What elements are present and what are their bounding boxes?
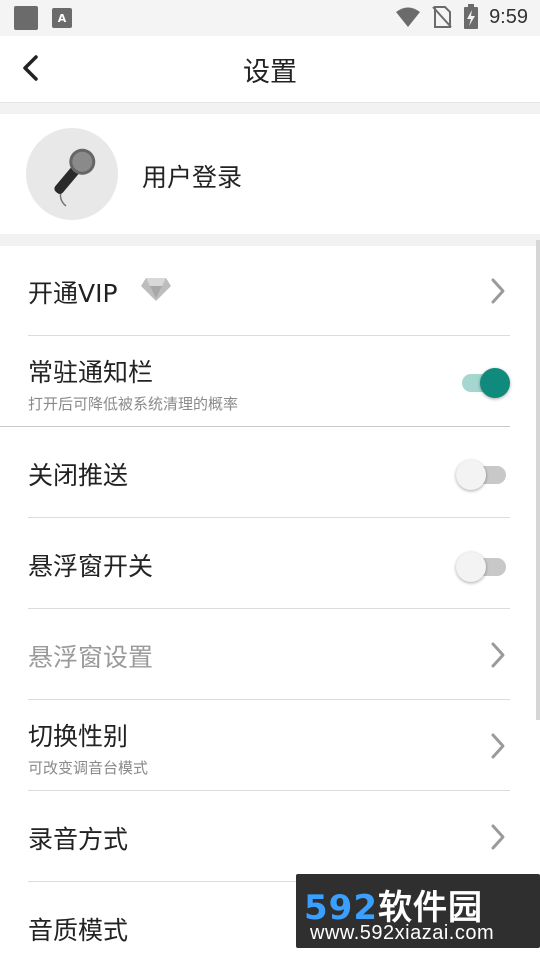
- floating-window-switch-label: 悬浮窗开关: [28, 552, 154, 581]
- floating-window-toggle[interactable]: [456, 546, 510, 586]
- watermark: 592软件园 www.592xiazai.com: [296, 874, 540, 948]
- no-sim-icon: [432, 6, 452, 28]
- user-login-row[interactable]: 用户登录: [0, 114, 540, 234]
- divider: [0, 426, 510, 427]
- section-gap: [0, 234, 540, 246]
- wifi-icon: [396, 7, 421, 27]
- watermark-url: www.592xiazai.com: [310, 922, 495, 944]
- recording-method-row[interactable]: 录音方式: [0, 792, 540, 882]
- chevron-right-icon: [491, 733, 505, 759]
- vip-label: 开通VIP: [28, 279, 118, 308]
- chevron-right-icon: [491, 824, 505, 850]
- persistent-notification-sub: 打开后可降低被系统清理的概率: [28, 395, 239, 413]
- avatar[interactable]: [26, 128, 118, 220]
- close-push-toggle[interactable]: [456, 454, 510, 494]
- vip-row[interactable]: 开通VIP: [0, 246, 540, 336]
- persistent-notification-label: 常驻通知栏: [28, 358, 154, 387]
- close-push-row[interactable]: 关闭推送: [0, 428, 540, 518]
- close-push-label: 关闭推送: [28, 461, 129, 490]
- status-bar: A 9:59: [0, 0, 540, 36]
- recording-method-label: 录音方式: [28, 825, 129, 854]
- scrollbar[interactable]: [536, 240, 540, 720]
- floating-window-settings-label: 悬浮窗设置: [28, 643, 154, 672]
- battery-charging-icon: [464, 4, 479, 29]
- divider: [28, 790, 510, 791]
- page-title: 设置: [243, 57, 297, 88]
- diamond-icon: [141, 278, 171, 301]
- section-gap: [0, 103, 540, 114]
- user-login-label: 用户登录: [142, 163, 243, 192]
- chevron-right-icon: [491, 278, 505, 304]
- divider: [28, 699, 510, 700]
- switch-gender-sub: 可改变调音台模式: [28, 759, 149, 777]
- audio-quality-label: 音质模式: [28, 916, 129, 945]
- persistent-notification-row[interactable]: 常驻通知栏 打开后可降低被系统清理的概率: [0, 337, 540, 427]
- divider: [28, 608, 510, 609]
- switch-gender-row[interactable]: 切换性别 可改变调音台模式: [0, 701, 540, 791]
- chevron-right-icon: [491, 642, 505, 668]
- app-square-icon: [14, 6, 38, 30]
- header-bar: 设置: [0, 36, 540, 103]
- divider: [28, 335, 510, 336]
- microphone-icon: [54, 148, 96, 207]
- floating-window-switch-row[interactable]: 悬浮窗开关: [0, 519, 540, 609]
- floating-window-settings-row[interactable]: 悬浮窗设置: [0, 610, 540, 700]
- switch-gender-label: 切换性别: [28, 722, 129, 751]
- persistent-notification-toggle[interactable]: [456, 362, 510, 402]
- status-time: 9:59: [489, 5, 528, 28]
- a-notification-icon: A: [52, 8, 72, 28]
- divider: [28, 517, 510, 518]
